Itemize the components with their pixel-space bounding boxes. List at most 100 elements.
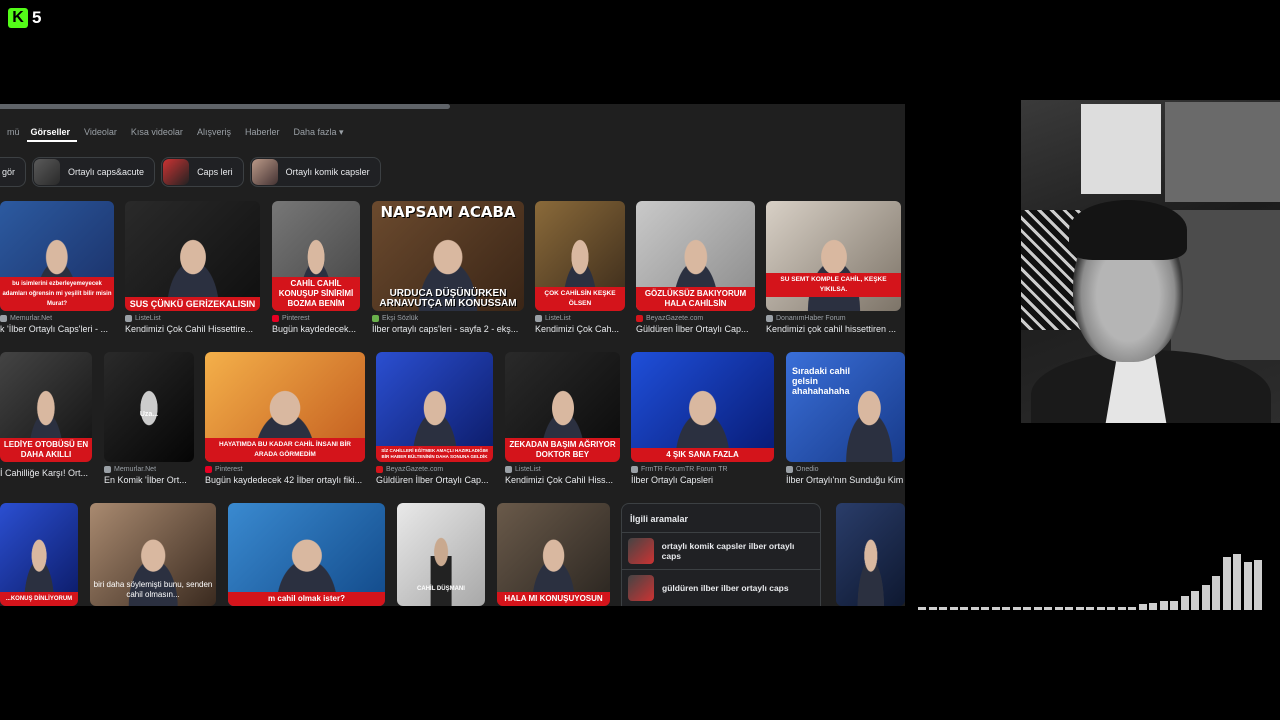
wall-poster (1081, 104, 1161, 194)
result-image: ...KONUŞ DİNLİYORUM (0, 503, 78, 606)
viewer-count: 5 (32, 8, 42, 27)
pinterest-icon (272, 315, 279, 322)
favicon-icon (786, 466, 793, 473)
audio-level-bar (1033, 607, 1042, 610)
result-image: HALA MI KONUŞUYOSUN (497, 503, 610, 606)
result-image: SUS ÇÜNKÜ GERİZEKALISIN (125, 201, 260, 311)
chip-thumbnail (34, 159, 61, 185)
favicon-icon (376, 466, 383, 473)
chip-ortayli-caps[interactable]: Ortaylı caps&acute (32, 157, 156, 187)
audio-level-bar (1254, 560, 1262, 610)
result-image: Uza... (104, 352, 194, 462)
related-search-item[interactable]: güldüren ilber ilber ortaylı caps (622, 569, 820, 606)
tab-shopping[interactable]: Alışveriş (190, 122, 238, 142)
audio-level-bar (1201, 585, 1210, 610)
result-image: ÇOK CAHİLSİN KEŞKE ÖLSEN (535, 201, 625, 311)
favicon-icon (766, 315, 773, 322)
chip-gor[interactable]: gör (0, 157, 27, 187)
result-image: GÖZLÜKSÜZ BAKIYORUM HALA CAHİLSİN (636, 201, 755, 311)
result-image: HAYATIMDA BU KADAR CAHİL İNSANI BİR ARAD… (205, 352, 365, 462)
filter-chips: gör Ortaylı caps&acute Caps leri Ortaylı… (0, 157, 381, 187)
related-thumbnail (628, 575, 654, 601)
result-image: NAPSAM ACABA URDUCA DÜŞÜNÜRKEN ARNAVUTÇA… (372, 201, 524, 311)
tab-short-videos[interactable]: Kısa videolar (124, 122, 190, 142)
image-result[interactable]: LEDİYE OTOBÜSÜ EN DAHA AKILLI İ Cahilliğ… (0, 352, 92, 478)
favicon-icon (535, 315, 542, 322)
result-image: SİZ CAHİLLERİ EĞİTMEK AMAÇLI HAZIRLADIĞI… (376, 352, 493, 462)
image-result[interactable]: HALA MI KONUŞUYOSUN (497, 503, 610, 606)
image-result[interactable]: Sıradaki cahil gelsin ahahahahaha Onedio… (786, 352, 905, 485)
streamer-hair (1069, 200, 1187, 260)
result-image: m cahil olmak ister? (228, 503, 385, 606)
chip-caps-leri[interactable]: Caps leri (161, 157, 244, 187)
wall-poster (1171, 210, 1280, 360)
related-search-item[interactable]: ortaylı komik capsler ilber ortaylı caps (622, 532, 820, 569)
audio-level-bar (949, 607, 958, 610)
tab-news[interactable]: Haberler (238, 122, 287, 142)
audio-level-bar (1233, 554, 1241, 610)
audio-level-bar (939, 607, 947, 610)
image-result[interactable]: CAHİL DÜŞMANI (397, 503, 485, 606)
audio-level-bar (1149, 603, 1157, 610)
audio-level-bar (918, 607, 926, 610)
image-result[interactable]: ZEKADAN BAŞIM AĞRIYOR DOKTOR BEY ListeLi… (505, 352, 620, 485)
pinterest-icon (205, 466, 212, 473)
image-result[interactable]: GÖZLÜKSÜZ BAKIYORUM HALA CAHİLSİN BeyazG… (636, 201, 755, 334)
result-image: Sıradaki cahil gelsin ahahahahaha (786, 352, 905, 462)
kick-logo-icon: K (8, 8, 28, 28)
image-result[interactable]: 4 ŞIK SANA FAZLA FrmTR ForumTR Forum TR … (631, 352, 774, 485)
image-result[interactable]: HAYATIMDA BU KADAR CAHİL İNSANI BİR ARAD… (205, 352, 365, 485)
browser-window: mü Görseller Videolar Kısa videolar Alış… (0, 104, 905, 606)
horizontal-scrollbar[interactable] (0, 104, 450, 109)
tab-more[interactable]: Daha fazla ▾ (286, 122, 350, 142)
favicon-icon (125, 315, 132, 322)
chip-thumbnail (163, 159, 190, 185)
result-image: ZEKADAN BAŞIM AĞRIYOR DOKTOR BEY (505, 352, 620, 462)
audio-level-bar (1107, 607, 1115, 610)
wall-poster (1165, 102, 1280, 202)
tab-images[interactable]: Görseller (26, 122, 78, 142)
audio-level-bar (1222, 557, 1231, 610)
image-result[interactable]: biri daha söylemişti bunu, senden cahil … (90, 503, 216, 606)
related-searches-title: İlgili aramalar (630, 514, 689, 524)
stream-logo: K 5 (8, 8, 41, 28)
image-result[interactable]: m cahil olmak ister? (228, 503, 385, 606)
audio-level-bar (1065, 607, 1073, 610)
audio-level-bar (1075, 607, 1084, 610)
result-image: bu isimlerini ezberleyemeyecek adamları … (0, 201, 114, 311)
audio-level-bar (1180, 596, 1189, 610)
image-result[interactable]: ...KONUŞ DİNLİYORUM (0, 503, 78, 606)
result-image: CAHİL DÜŞMANI (397, 503, 485, 606)
image-result[interactable] (836, 503, 905, 606)
tab-all[interactable]: mü (0, 122, 27, 142)
favicon-icon (505, 466, 512, 473)
favicon-icon (631, 466, 638, 473)
image-result[interactable]: Uza... Memurlar.Net En Komik 'İlber Ort.… (104, 352, 194, 485)
result-image (836, 503, 905, 606)
image-result[interactable]: bu isimlerini ezberleyemeyecek adamları … (0, 201, 114, 334)
image-result[interactable]: SU SEMT KOMPLE CAHİL, KEŞKE YIKILSA. Don… (766, 201, 901, 334)
audio-level-bar (981, 607, 989, 610)
audio-level-bar (1086, 607, 1094, 610)
result-image: 4 ŞIK SANA FAZLA (631, 352, 774, 462)
image-result[interactable]: SUS ÇÜNKÜ GERİZEKALISIN ListeList Kendim… (125, 201, 260, 334)
chip-komik-capsler[interactable]: Ortaylı komik capsler (249, 157, 381, 187)
audio-level-bar (970, 607, 979, 610)
audio-visualizer (918, 540, 1268, 610)
person-figure (122, 385, 176, 462)
result-image: SU SEMT KOMPLE CAHİL, KEŞKE YIKILSA. (766, 201, 901, 311)
tab-videos[interactable]: Videolar (77, 122, 124, 142)
image-result[interactable]: NAPSAM ACABA URDUCA DÜŞÜNÜRKEN ARNAVUTÇA… (372, 201, 524, 334)
audio-level-bar (928, 607, 937, 610)
audio-level-bar (1002, 607, 1010, 610)
favicon-icon (636, 315, 643, 322)
audio-level-bar (1170, 601, 1178, 610)
audio-level-bar (1191, 591, 1199, 610)
image-result[interactable]: CAHİL CAHİL KONUŞUP SİNİRİMİ BOZMA BENİM… (272, 201, 360, 334)
favicon-icon (104, 466, 111, 473)
result-image: biri daha söylemişti bunu, senden cahil … (90, 503, 216, 606)
result-image: CAHİL CAHİL KONUŞUP SİNİRİMİ BOZMA BENİM (272, 201, 360, 311)
image-result[interactable]: SİZ CAHİLLERİ EĞİTMEK AMAÇLI HAZIRLADIĞI… (376, 352, 493, 485)
audio-level-bar (1054, 607, 1063, 610)
image-result[interactable]: ÇOK CAHİLSİN KEŞKE ÖLSEN ListeList Kendi… (535, 201, 625, 334)
